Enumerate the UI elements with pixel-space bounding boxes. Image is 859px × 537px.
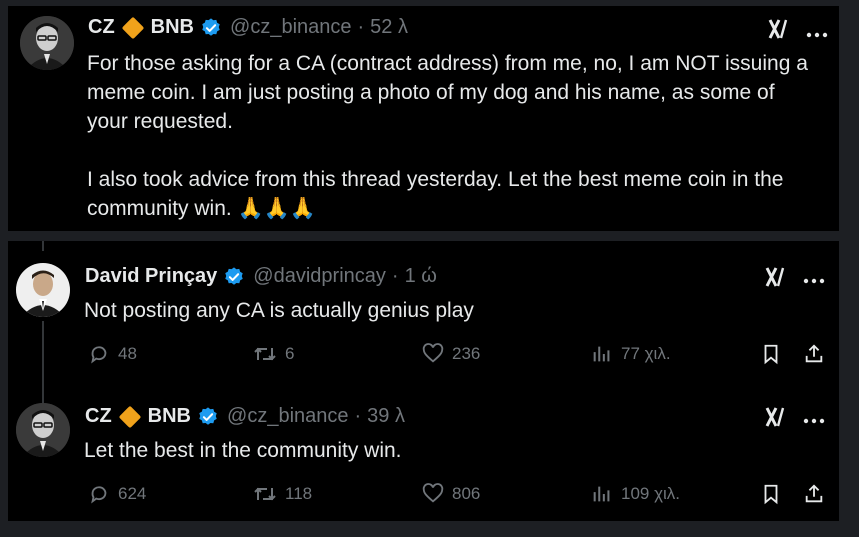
timestamp[interactable]: 39 λ: [367, 405, 405, 428]
views-button[interactable]: 77 χιλ.: [591, 343, 671, 365]
binance-diamond-icon: [118, 405, 141, 428]
view-count: 77 χιλ.: [621, 344, 671, 363]
like-count: 806: [452, 484, 481, 503]
author-name[interactable]: CZ: [85, 405, 112, 428]
heart-icon: [422, 343, 444, 363]
share-icon: [805, 344, 823, 363]
more-icon[interactable]: [803, 271, 825, 289]
dot-separator: ·: [354, 405, 362, 427]
more-icon[interactable]: [803, 411, 825, 429]
tweet-actions: 624 118 806 109 χιλ.: [8, 481, 839, 509]
author-handle[interactable]: @cz_binance: [227, 405, 348, 428]
grok-icon[interactable]: [768, 18, 792, 46]
main-tweet[interactable]: CZ BNB @cz_binance · 52 λ For those aski…: [8, 6, 839, 231]
repost-count: 6: [285, 344, 295, 363]
grok-icon[interactable]: [765, 266, 789, 293]
grok-icon[interactable]: [765, 406, 789, 433]
bookmark-icon: [764, 484, 778, 505]
more-icon[interactable]: [806, 26, 828, 38]
tweet-text: Let the best in the community win.: [84, 439, 402, 462]
dot-separator: ·: [357, 16, 365, 38]
repost-icon: [254, 347, 276, 361]
dot-separator: ·: [391, 265, 399, 287]
views-button[interactable]: 109 χιλ.: [591, 483, 680, 505]
timestamp[interactable]: 1 ώ: [405, 265, 437, 288]
org-label[interactable]: BNB: [151, 16, 194, 39]
bookmark-icon: [764, 344, 778, 365]
reply-button[interactable]: 48: [88, 343, 137, 365]
tweet-text-line: [87, 136, 808, 165]
tweet-header: CZ BNB @cz_binance · 39 λ: [85, 405, 405, 428]
reply-thread: David Prinçay @davidprincay · 1 ώ Not po…: [8, 241, 839, 521]
tweet-text-line: I also took advice from this thread yest…: [87, 168, 784, 191]
verified-badge-icon: [197, 406, 219, 428]
verified-badge-icon: [223, 266, 245, 288]
reply-button[interactable]: 624: [88, 483, 146, 505]
share-button[interactable]: [803, 483, 825, 505]
share-button[interactable]: [803, 343, 825, 365]
tweet-top-icons: [768, 18, 828, 46]
tweet-top-icons: [765, 406, 825, 433]
binance-diamond-icon: [121, 16, 144, 39]
reply-count: 624: [118, 484, 147, 503]
tweet-header: CZ BNB @cz_binance · 52 λ: [88, 16, 408, 39]
repost-button[interactable]: 118: [253, 483, 312, 505]
timestamp[interactable]: 52 λ: [370, 16, 408, 39]
like-count: 236: [452, 344, 481, 363]
repost-button[interactable]: 6: [253, 343, 294, 365]
avatar[interactable]: [16, 403, 70, 457]
tweet-header: David Prinçay @davidprincay · 1 ώ: [85, 265, 437, 288]
views-icon: [593, 346, 610, 362]
tweet-text-line: For those asking for a CA (contract addr…: [87, 52, 808, 75]
bookmark-button[interactable]: [760, 483, 782, 505]
author-handle[interactable]: @cz_binance: [230, 16, 351, 39]
views-icon: [593, 486, 610, 502]
repost-count: 118: [285, 484, 313, 503]
heart-icon: [422, 483, 444, 503]
tweet-text-line: meme coin. I am just posting a photo of …: [87, 81, 775, 104]
avatar[interactable]: [16, 263, 70, 317]
like-button[interactable]: 236: [422, 343, 480, 365]
bookmark-button[interactable]: [760, 343, 782, 365]
tweet-text: For those asking for a CA (contract addr…: [87, 49, 808, 223]
repost-icon: [254, 487, 276, 501]
share-icon: [805, 484, 823, 503]
verified-badge-icon: [200, 17, 222, 39]
author-handle[interactable]: @davidprincay: [253, 265, 386, 288]
reply-icon: [91, 346, 107, 364]
like-button[interactable]: 806: [422, 483, 480, 505]
tweet-actions: 48 6 236 77 χιλ.: [8, 341, 839, 369]
author-name[interactable]: David Prinçay: [85, 265, 217, 288]
author-name[interactable]: CZ: [88, 16, 115, 39]
reply-count: 48: [118, 344, 137, 363]
reply-icon: [91, 486, 107, 504]
tweet-text-line: your requested.: [87, 110, 233, 133]
tweet-text-line: community win. 🙏🙏🙏: [87, 197, 316, 220]
tweet-text: Not posting any CA is actually genius pl…: [84, 299, 474, 322]
view-count: 109 χιλ.: [621, 484, 681, 503]
org-label[interactable]: BNB: [148, 405, 191, 428]
tweet-top-icons: [765, 266, 825, 293]
avatar[interactable]: [20, 16, 74, 70]
thread-line: [42, 241, 44, 251]
